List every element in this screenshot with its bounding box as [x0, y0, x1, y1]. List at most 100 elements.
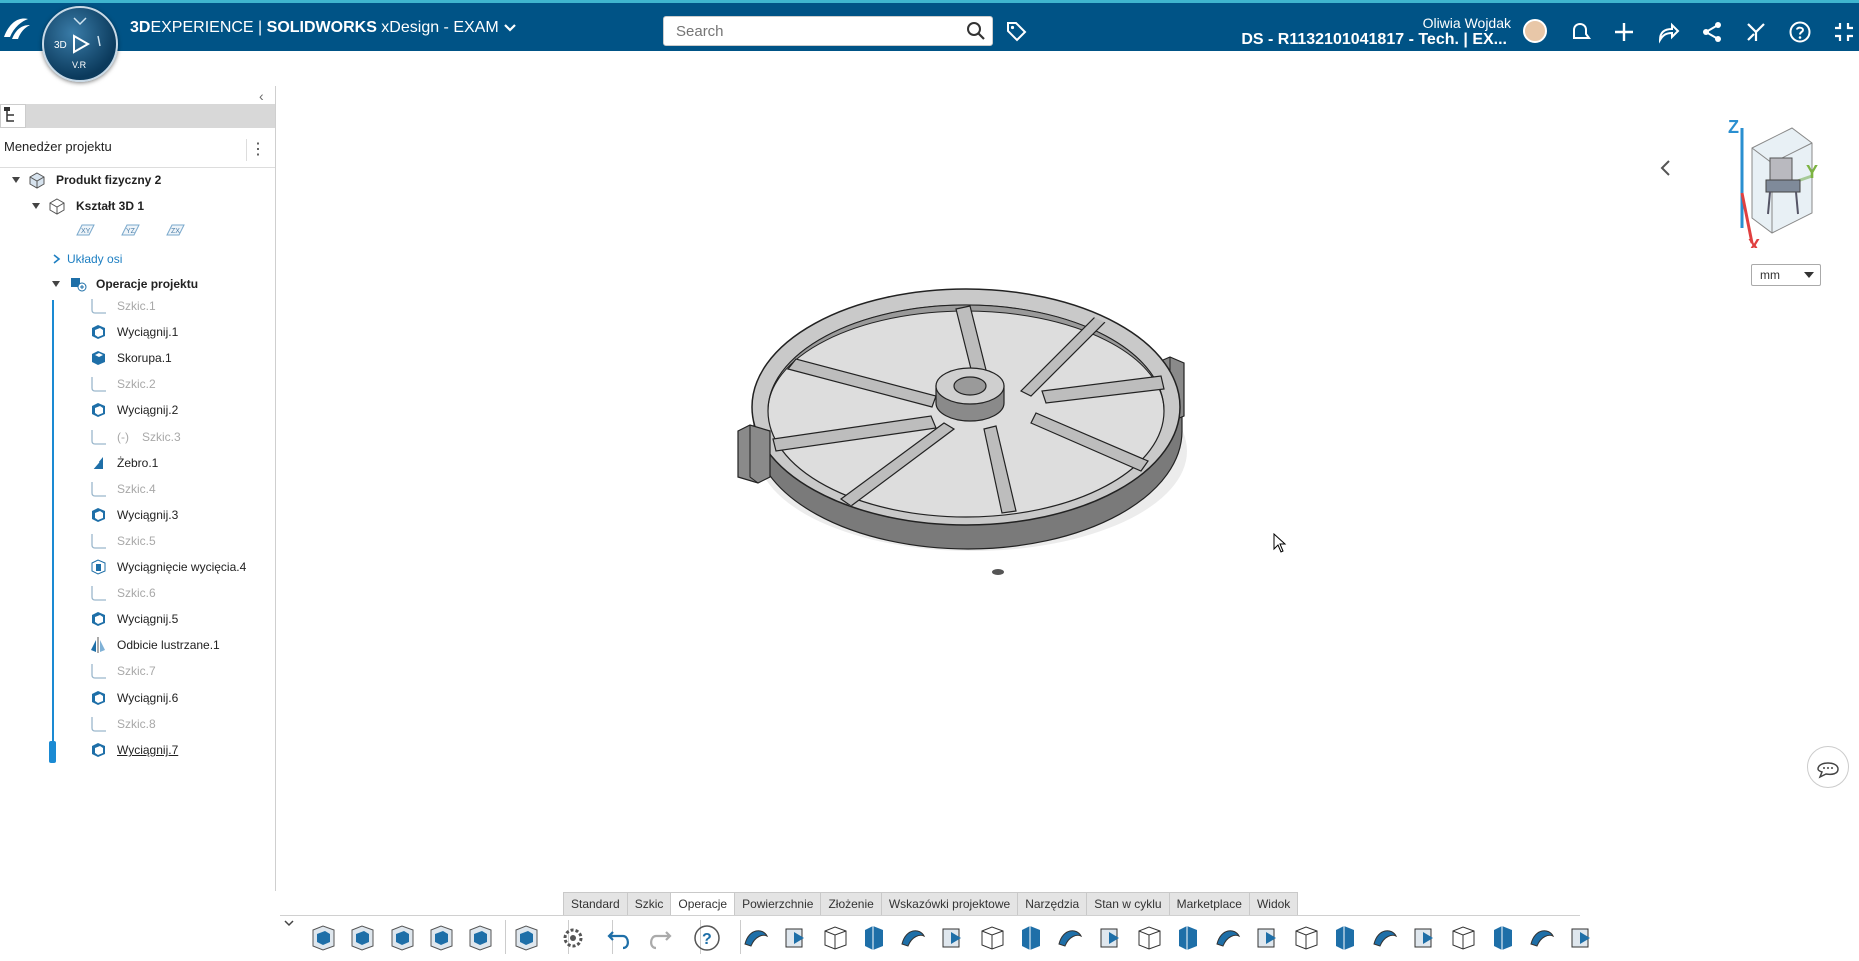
- share-arrow-icon[interactable]: [1656, 20, 1680, 44]
- search-icon[interactable]: [966, 21, 986, 41]
- boolean-tool-icon[interactable]: [1370, 922, 1400, 954]
- tree-item-label: Szkic.1: [117, 299, 156, 313]
- move-body-icon[interactable]: [1448, 922, 1478, 954]
- tree-item[interactable]: Wyciągnij.3: [0, 504, 270, 526]
- tab-8[interactable]: Stan w cyklu: [1087, 892, 1170, 916]
- tree-item[interactable]: Szkic.1: [0, 295, 270, 317]
- sweep-tool-icon[interactable]: [859, 922, 889, 954]
- units-select[interactable]: mm: [1751, 264, 1821, 286]
- undo-icon[interactable]: [605, 922, 635, 954]
- loft-tool-icon[interactable]: [898, 922, 928, 954]
- tree-item[interactable]: Szkic.8: [0, 713, 270, 735]
- view-cube[interactable]: Z Y X: [1722, 117, 1822, 256]
- rib-tool-icon[interactable]: [937, 922, 967, 954]
- tree-item[interactable]: Szkic.5: [0, 530, 270, 552]
- tree-item[interactable]: Wyciągnij.6: [0, 687, 270, 709]
- tree-item[interactable]: Szkic.2: [0, 373, 270, 395]
- search-input[interactable]: [674, 17, 958, 45]
- pattern-tool-icon[interactable]: [1173, 922, 1203, 954]
- chat-button[interactable]: [1807, 746, 1849, 788]
- tab-5[interactable]: Złożenie: [821, 892, 882, 916]
- tab-4[interactable]: Powierzchnie: [735, 892, 822, 916]
- toolbar-expand-icon[interactable]: [283, 918, 295, 928]
- help-icon[interactable]: [1788, 20, 1812, 44]
- tree-item[interactable]: Wyciągnij.2: [0, 399, 270, 421]
- tab-9[interactable]: Marketplace: [1169, 892, 1250, 916]
- caret-down-icon[interactable]: [30, 195, 42, 224]
- caret-down-icon[interactable]: [10, 169, 22, 198]
- tree-item[interactable]: Żebro.1: [0, 452, 270, 474]
- tree-item[interactable]: Wyciągnij.5: [0, 608, 270, 630]
- open-icon[interactable]: [347, 922, 377, 954]
- wheel-model[interactable]: [276, 51, 1859, 891]
- compass-widget[interactable]: 3D V.R: [42, 6, 118, 82]
- split-tool-icon[interactable]: [1291, 922, 1321, 954]
- tree-item[interactable]: Wyciągnij.7: [0, 739, 270, 761]
- tab-6[interactable]: Wskazówki projektowe: [881, 892, 1019, 916]
- tree-item[interactable]: Produkt fizyczny 2: [0, 169, 270, 191]
- plane-zx-icon[interactable]: ZX: [164, 222, 185, 238]
- tenant-label[interactable]: DS - R1132101041817 - Tech. | EX...: [1241, 31, 1507, 49]
- tag-icon[interactable]: [1005, 20, 1027, 42]
- chamfer-tool-icon[interactable]: [1095, 922, 1125, 954]
- tree-item[interactable]: Skorupa.1: [0, 347, 270, 369]
- chevron-down-icon[interactable]: [503, 23, 517, 33]
- app-title[interactable]: 3DEXPERIENCE | SOLIDWORKS xDesign - EXAM: [130, 19, 517, 37]
- tree-item[interactable]: Kształt 3D 1: [0, 195, 270, 217]
- tree-item[interactable]: Szkic.7: [0, 660, 270, 682]
- revolve-tool-icon[interactable]: [820, 922, 850, 954]
- fillet-tool-icon[interactable]: [1055, 922, 1085, 954]
- hole-tool-icon[interactable]: [1134, 922, 1164, 954]
- collapse-panel-icon[interactable]: ‹: [259, 88, 264, 104]
- fullscreen-icon[interactable]: [1832, 20, 1856, 44]
- search-box[interactable]: [663, 16, 993, 46]
- help-icon[interactable]: ?: [692, 922, 722, 954]
- tab-2[interactable]: Szkic: [627, 892, 672, 916]
- refresh-icon[interactable]: [465, 922, 495, 954]
- tree-item[interactable]: Szkic.6: [0, 582, 270, 604]
- dassault-logo-icon[interactable]: [0, 11, 34, 45]
- redo-icon[interactable]: [644, 922, 674, 954]
- tab-10[interactable]: Widok: [1249, 892, 1299, 916]
- apps-compass-icon[interactable]: [1744, 20, 1768, 44]
- chevron-left-icon[interactable]: [1658, 158, 1672, 178]
- rollback-bar[interactable]: [49, 741, 56, 763]
- add-icon[interactable]: [1612, 20, 1636, 44]
- tree-item[interactable]: Odbicie lustrzane.1: [0, 634, 270, 656]
- mirror-tool-icon[interactable]: [1213, 922, 1243, 954]
- tab-7[interactable]: Narzędzia: [1018, 892, 1088, 916]
- tree-item[interactable]: Operacje projektu: [0, 273, 270, 295]
- share-network-icon[interactable]: [1700, 20, 1724, 44]
- plane-yz-icon[interactable]: YZ: [119, 222, 140, 238]
- 3d-viewport[interactable]: [276, 51, 1859, 891]
- tree-item-label: Żebro.1: [117, 456, 159, 470]
- measure-tool-icon[interactable]: [1566, 922, 1596, 954]
- plane-tool-icon[interactable]: [780, 922, 810, 954]
- save-as-icon[interactable]: [426, 922, 456, 954]
- new-icon[interactable]: [308, 922, 338, 954]
- settings-icon[interactable]: [558, 922, 588, 954]
- scale-tool-icon[interactable]: [1488, 922, 1518, 954]
- tree-item[interactable]: Wyciągnij.1: [0, 321, 270, 343]
- tree-item[interactable]: Szkic.4: [0, 478, 270, 500]
- delete-body-icon[interactable]: [1409, 922, 1439, 954]
- tree-item[interactable]: Wyciągnięcie wycięcia.4: [0, 556, 270, 578]
- save-icon[interactable]: [387, 922, 417, 954]
- tree-tab[interactable]: [0, 104, 26, 128]
- extrude-tool-icon[interactable]: [741, 922, 771, 954]
- panel-menu-icon[interactable]: ⋮: [246, 139, 269, 161]
- import-icon[interactable]: [511, 922, 541, 954]
- tab-3[interactable]: Operacje: [671, 892, 736, 916]
- notifications-icon[interactable]: [1568, 20, 1592, 44]
- linear-pattern-icon[interactable]: [1252, 922, 1282, 954]
- compare-tool-icon[interactable]: [1527, 922, 1557, 954]
- plane-xy-icon[interactable]: XY: [74, 222, 95, 238]
- tab-1[interactable]: Standard: [563, 892, 628, 916]
- shell-tool-icon[interactable]: [977, 922, 1007, 954]
- tree-item[interactable]: (-) Szkic.3: [0, 426, 270, 448]
- avatar[interactable]: [1523, 19, 1547, 43]
- user-name[interactable]: Oliwia Wojdak: [1423, 15, 1511, 31]
- draft-tool-icon[interactable]: [1016, 922, 1046, 954]
- thicken-tool-icon[interactable]: [1330, 922, 1360, 954]
- tree-item[interactable]: Układy osi: [0, 248, 270, 270]
